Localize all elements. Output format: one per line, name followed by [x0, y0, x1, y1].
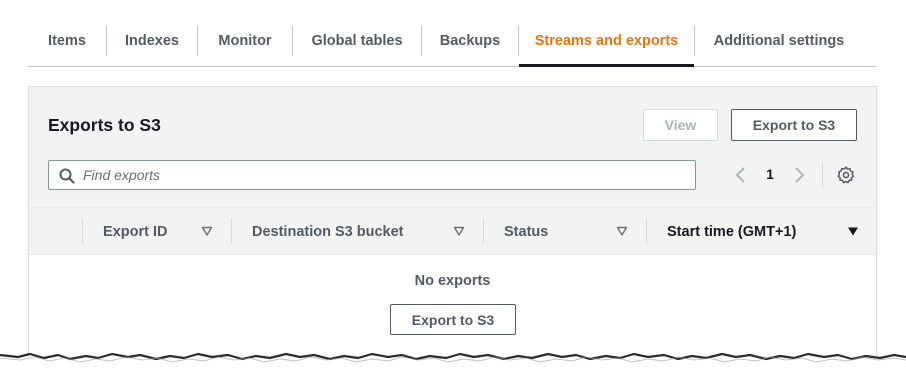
torn-edge-decoration	[0, 352, 906, 377]
sort-caret-down-icon[interactable]	[201, 225, 213, 237]
chevron-right-icon[interactable]	[791, 165, 807, 185]
gear-icon[interactable]	[837, 166, 855, 184]
column-divider	[82, 218, 83, 244]
exports-panel: Exports to S3 View Export to S3 1 Export…	[28, 86, 877, 377]
current-page-number[interactable]: 1	[763, 166, 777, 182]
tab-monitor[interactable]: Monitor	[198, 16, 292, 66]
tab-streams-and-exports[interactable]: Streams and exports	[519, 16, 694, 67]
table-header: Export ID Destination S3 bucket Status S…	[29, 207, 876, 255]
tab-items[interactable]: Items	[28, 16, 106, 66]
column-divider	[483, 218, 484, 244]
column-divider	[646, 218, 647, 244]
view-button[interactable]: View	[643, 109, 718, 141]
pagination-divider	[822, 162, 823, 188]
sort-caret-down-filled-icon[interactable]	[847, 225, 859, 237]
column-header-destination-s3-bucket[interactable]: Destination S3 bucket	[252, 208, 403, 256]
column-header-start-time[interactable]: Start time (GMT+1)	[667, 208, 796, 256]
tab-indexes[interactable]: Indexes	[107, 16, 197, 66]
tab-backups[interactable]: Backups	[422, 16, 518, 66]
search-icon	[59, 168, 75, 184]
column-divider	[231, 218, 232, 244]
empty-state-export-to-s3-button[interactable]: Export to S3	[390, 304, 516, 335]
chevron-left-icon[interactable]	[733, 165, 749, 185]
tab-additional-settings[interactable]: Additional settings	[695, 16, 863, 66]
column-header-status[interactable]: Status	[504, 208, 548, 256]
empty-state-text: No exports	[414, 273, 491, 289]
sort-caret-down-icon[interactable]	[453, 225, 465, 237]
search-box	[48, 160, 696, 190]
export-to-s3-button[interactable]: Export to S3	[731, 109, 857, 141]
column-header-export-id[interactable]: Export ID	[103, 208, 167, 256]
sort-caret-down-icon[interactable]	[616, 225, 628, 237]
search-input[interactable]	[83, 165, 683, 185]
tab-global-tables[interactable]: Global tables	[293, 16, 421, 66]
panel-title: Exports to S3	[48, 115, 161, 135]
tab-bar: Items Indexes Monitor Global tables Back…	[28, 16, 876, 67]
